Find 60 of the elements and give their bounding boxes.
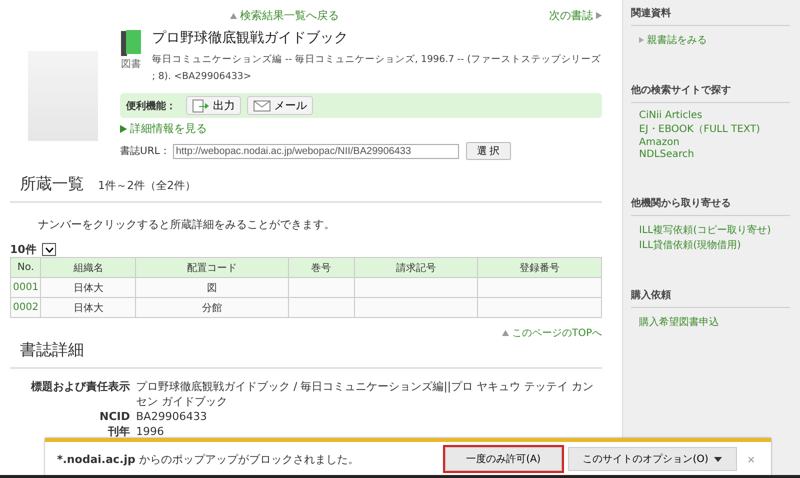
record-description: 毎日コミュニケーションズ編 -- 毎日コミュニケーションズ, 1996.7 -- (ファーストステップシリーズ ; 8). <BA29906433> [152, 53, 602, 84]
sidebar-link[interactable]: NDLSearch [639, 149, 694, 160]
envelope-icon [253, 100, 271, 112]
column-header: 巻号 [288, 258, 354, 278]
url-field[interactable]: http://webopac.nodai.ac.jp/webopac/NII/BA29906433 [172, 144, 459, 158]
book-icon [120, 29, 142, 57]
type-label: 図書 [121, 58, 141, 71]
column-header: 配置コード [136, 258, 288, 278]
field-label: 標題および責任表示 [31, 380, 130, 393]
mail-button[interactable]: メール [247, 96, 313, 115]
sidebar-link[interactable]: EJ・EBOOK（FULL TEXT) [639, 122, 760, 136]
caret-icon [714, 456, 722, 462]
export-icon [192, 98, 210, 112]
field-value: プロ野球徹底観戦ガイドブック / 毎日コミュニケーションズ編||プロ ヤキュウ テッテイ カンセン ガイドブック [136, 380, 594, 408]
sidebar-link[interactable]: Amazon [639, 137, 680, 148]
right-triangle-icon [639, 37, 644, 43]
page-top-link[interactable]: このページのTOPへ [512, 326, 602, 340]
tools-label: 便利機能： [126, 100, 176, 112]
sidebar-link[interactable]: 購入希望図書申込 [639, 315, 719, 329]
url-label: 書誌URL： [120, 144, 170, 158]
field-label: 刊年 [108, 425, 130, 438]
popup-button[interactable]: このサイトのオプション(O) [568, 447, 738, 471]
table-cell: 分館 [136, 298, 288, 318]
sidebar-heading: 購入依頼 [631, 286, 790, 308]
right-triangle-icon [596, 12, 602, 19]
sidebar-link[interactable]: ILL貸借依頼(現物借用) [639, 238, 741, 252]
table-cell: 図 [136, 278, 288, 298]
field-value: 1996 [136, 425, 164, 438]
export-button[interactable]: 出力 [186, 96, 241, 115]
popup-message: *.nodai.ac.jp からのポップアップがブロックされました。 [57, 452, 360, 466]
column-header: 登録番号 [478, 258, 602, 278]
close-button[interactable]: × [743, 452, 759, 466]
page-size-select[interactable]: 10件 [10, 242, 56, 257]
table-cell: 日体大 [40, 278, 136, 298]
section-title: 所蔵一覧 [20, 174, 84, 195]
sidebar-link[interactable]: ILL複写依頼(コピー取り寄せ) [639, 223, 771, 237]
sidebar-heading: 関連資料 [631, 4, 790, 26]
column-header: 組織名 [40, 258, 136, 278]
select-button[interactable]: 選 択 [466, 142, 511, 160]
holdings-count: 1件～2件（全2件） [98, 178, 196, 193]
popup-button[interactable]: 一度のみ許可(A) [445, 447, 562, 471]
next-record-link[interactable]: 次の書誌 [549, 8, 593, 23]
field-value: BA29906433 [136, 410, 208, 423]
section-title: 書誌詳細 [20, 340, 84, 361]
up-triangle-icon [230, 12, 237, 18]
table-cell: 日体大 [40, 298, 136, 318]
column-header: No. [10, 258, 41, 278]
sidebar-link[interactable]: 親書誌をみる [647, 33, 707, 47]
record-title: プロ野球徹底観戦ガイドブック [152, 29, 349, 47]
right-triangle-icon [120, 124, 127, 132]
field-label: NCID [99, 410, 130, 423]
details-link[interactable]: 詳細情報を見る [130, 121, 207, 136]
holdings-hint: ナンバーをクリックすると所蔵詳細をみることができます。 [37, 217, 336, 232]
caret-icon [42, 243, 56, 256]
column-header: 請求記号 [354, 258, 478, 278]
sidebar-heading: 他機関から取り寄せる [631, 194, 790, 216]
up-triangle-icon [502, 330, 509, 336]
sidebar-heading: 他の検索サイトで探す [631, 81, 790, 103]
sidebar-link[interactable]: CiNii Articles [639, 110, 702, 121]
back-to-results-link[interactable]: 検索結果一覧へ戻る [240, 8, 339, 23]
